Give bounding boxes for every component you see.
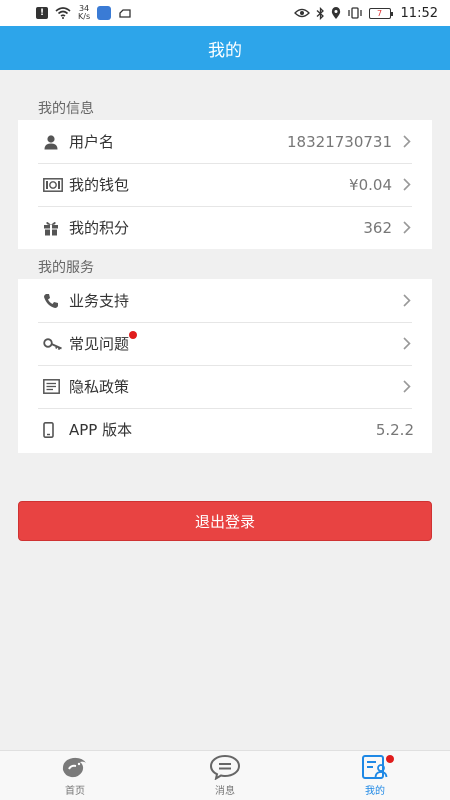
service-section-title: 我的服务 (38, 260, 94, 276)
status-bar-left: ! 34 K/s (36, 5, 132, 21)
user-icon (43, 132, 65, 152)
support-row[interactable]: 业务支持 (18, 279, 432, 322)
tab-messages-label: 消息 (215, 786, 235, 797)
status-time: 11:52 (400, 5, 438, 21)
key-icon (43, 334, 65, 354)
gift-icon (43, 218, 65, 238)
vibrate-icon (347, 7, 362, 19)
faq-notification-dot (129, 331, 138, 339)
faq-row[interactable]: 常见问题 (18, 322, 432, 365)
app-version-value: 5.2.2 (375, 420, 414, 439)
points-row[interactable]: 我的积分 362 (18, 206, 432, 249)
logout-button-label: 退出登录 (194, 512, 255, 531)
privacy-row[interactable]: 隐私政策 (18, 365, 432, 408)
chevron-right-icon (400, 221, 414, 235)
wallet-value: ¥0.04 (349, 175, 392, 194)
cloud-icon (119, 9, 131, 18)
title-bar: 我的 (0, 26, 450, 70)
page-title: 我的 (208, 40, 242, 61)
username-row[interactable]: 用户名 18321730731 (18, 120, 432, 163)
username-value: 18321730731 (287, 132, 392, 151)
network-speed: 34 K/s (78, 5, 90, 21)
points-label: 我的积分 (69, 219, 130, 237)
faq-label-text: 常见问题 (69, 335, 130, 353)
app-version-label: APP 版本 (69, 421, 133, 439)
service-card: 业务支持 常见问题 隐私政策 APP 版本 5.2.2 (18, 279, 432, 453)
tab-messages[interactable]: 消息 (150, 751, 300, 800)
home-icon (62, 757, 86, 778)
wallet-row[interactable]: 我的钱包 ¥0.04 (18, 163, 432, 206)
privacy-label: 隐私政策 (69, 378, 130, 396)
points-value: 362 (363, 218, 392, 237)
status-bar: ! 34 K/s 7 11:52 (0, 0, 450, 26)
app-notification-icon (97, 6, 112, 20)
info-section-title: 我的信息 (38, 101, 94, 117)
wifi-icon (55, 7, 71, 19)
tab-home-label: 首页 (65, 786, 85, 797)
wallet-icon (43, 175, 65, 195)
info-card: 用户名 18321730731 我的钱包 ¥0.04 我的积分 362 (18, 120, 432, 249)
app-version-row: APP 版本 5.2.2 (18, 408, 432, 451)
phone-icon (43, 291, 65, 311)
chevron-right-icon (400, 178, 414, 192)
chevron-right-icon (400, 294, 414, 308)
message-icon (209, 754, 241, 780)
logout-button[interactable]: 退出登录 (18, 501, 432, 541)
chevron-right-icon (400, 135, 414, 149)
chevron-right-icon (400, 337, 414, 351)
tab-profile-label: 我的 (365, 786, 385, 797)
tab-profile[interactable]: 我的 (300, 751, 450, 800)
support-label: 业务支持 (69, 292, 130, 310)
network-speed-unit: K/s (78, 12, 91, 21)
faq-label: 常见问题 (69, 331, 138, 354)
alert-icon: ! (36, 7, 48, 19)
status-bar-right: 7 11:52 (293, 5, 438, 21)
mobile-icon (43, 420, 65, 440)
tab-home[interactable]: 首页 (0, 751, 150, 800)
profile-icon (362, 755, 388, 779)
bluetooth-icon (316, 6, 324, 20)
document-icon (43, 377, 65, 397)
location-icon (331, 6, 340, 19)
eye-icon (293, 8, 310, 18)
wallet-label: 我的钱包 (69, 176, 130, 194)
profile-notification-dot (386, 755, 394, 763)
username-label: 用户名 (69, 133, 115, 151)
chevron-right-icon (400, 380, 414, 394)
battery-icon: 7 (368, 7, 393, 19)
bottom-tab-bar: 首页 消息 我的 (0, 750, 450, 800)
